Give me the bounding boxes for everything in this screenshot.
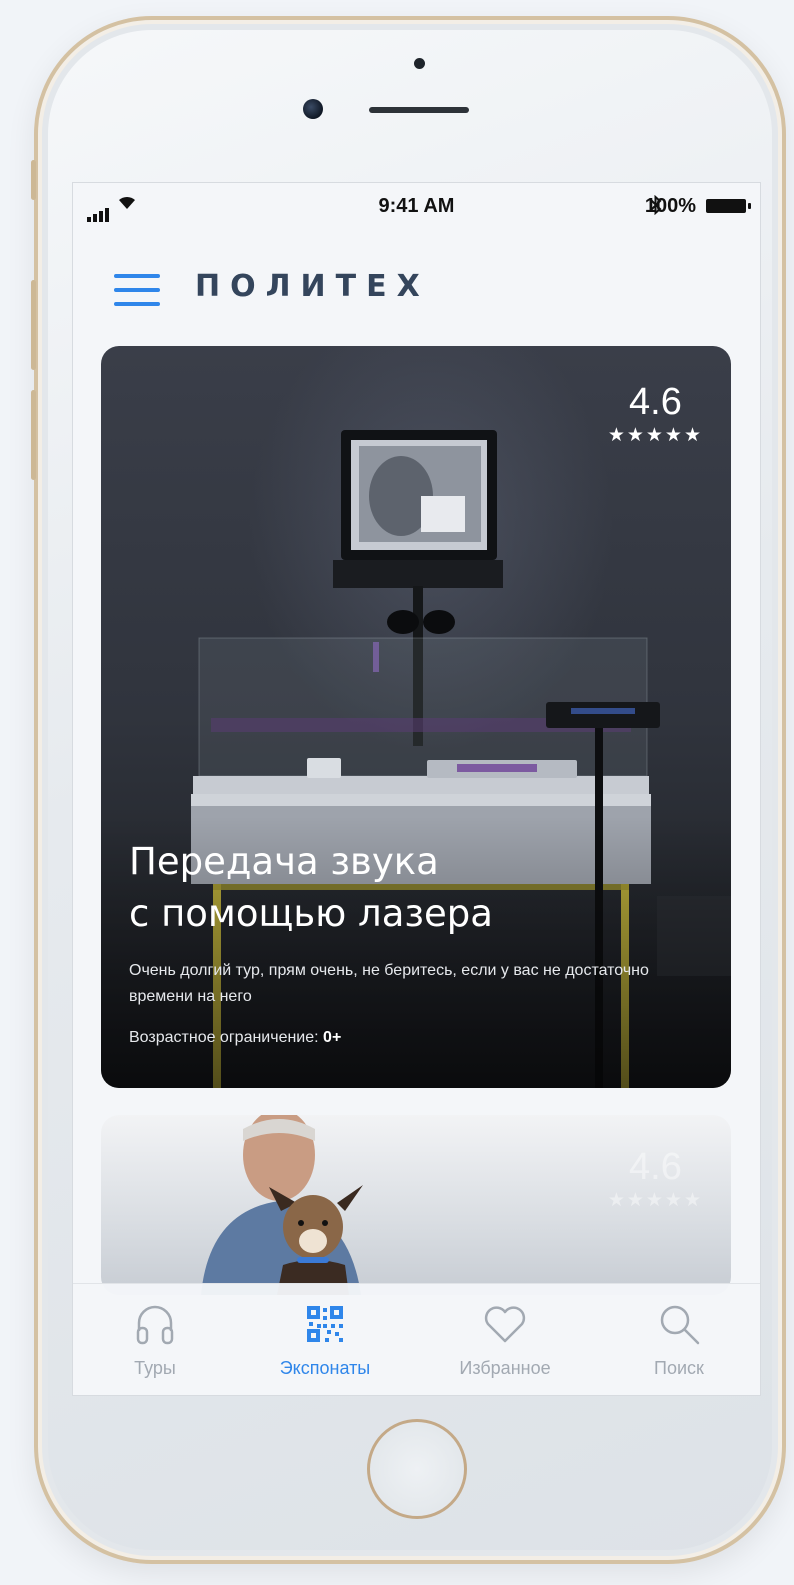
battery-icon <box>706 199 751 213</box>
status-bar: 9:41 AM 100% <box>73 183 760 227</box>
age-restriction-value: 0+ <box>323 1029 342 1046</box>
battery-percentage: 100% <box>644 195 696 217</box>
rating: 4.6 ★★★★★ <box>608 1145 703 1211</box>
tab-exhibits[interactable]: Экспонаты <box>255 1296 395 1379</box>
proximity-sensor <box>414 58 425 69</box>
front-camera <box>303 99 323 119</box>
tab-exhibits-label: Экспонаты <box>279 1358 371 1378</box>
tab-tours[interactable]: Туры <box>85 1296 225 1379</box>
tab-favorites-label: Избранное <box>459 1358 551 1378</box>
home-button[interactable] <box>367 1419 467 1519</box>
exhibit-title-line-2: с помощью лазера <box>129 892 493 935</box>
exhibit-title-line-1: Передача звука <box>129 840 439 883</box>
heart-icon <box>435 1296 575 1352</box>
age-restriction-label: Возрастное ограничение: <box>129 1029 319 1046</box>
rating-value: 4.6 <box>629 1146 682 1188</box>
volume-up-button <box>31 280 36 370</box>
rating-value: 4.6 <box>629 381 682 423</box>
rating-stars-icon: ★★★★★ <box>607 1189 703 1211</box>
exhibit-title: Передача звука с помощью лазера <box>129 836 493 940</box>
rating: 4.6 ★★★★★ <box>608 380 703 446</box>
earpiece-speaker <box>369 107 469 113</box>
app-screen: 9:41 AM 100% ПОЛИТЕХ 4.6 ★★★★★ Передача … <box>72 182 761 1396</box>
tab-favorites[interactable]: Избранное <box>435 1296 575 1379</box>
tab-search-label: Поиск <box>654 1358 704 1378</box>
app-logo: ПОЛИТЕХ <box>195 269 430 304</box>
rating-stars-icon: ★★★★★ <box>607 424 703 446</box>
mute-switch <box>31 160 36 200</box>
age-restriction: Возрастное ограничение: 0+ <box>129 1029 341 1047</box>
exhibit-description: Очень долгий тур, прям очень, не беритес… <box>129 962 649 1005</box>
tab-search[interactable]: Поиск <box>609 1296 749 1379</box>
exhibit-card[interactable]: 4.6 ★★★★★ Передача звука с помощью лазер… <box>101 346 731 1088</box>
tab-bar: Туры Экспонаты Избранное Поиск <box>73 1283 760 1395</box>
exhibit-card[interactable]: 4.6 ★★★★★ <box>101 1115 731 1295</box>
search-icon <box>609 1296 749 1352</box>
qr-code-icon <box>255 1296 395 1352</box>
hamburger-menu-icon[interactable] <box>114 274 160 310</box>
volume-down-button <box>31 390 36 480</box>
tab-tours-label: Туры <box>134 1358 176 1378</box>
headphones-icon <box>85 1296 225 1352</box>
